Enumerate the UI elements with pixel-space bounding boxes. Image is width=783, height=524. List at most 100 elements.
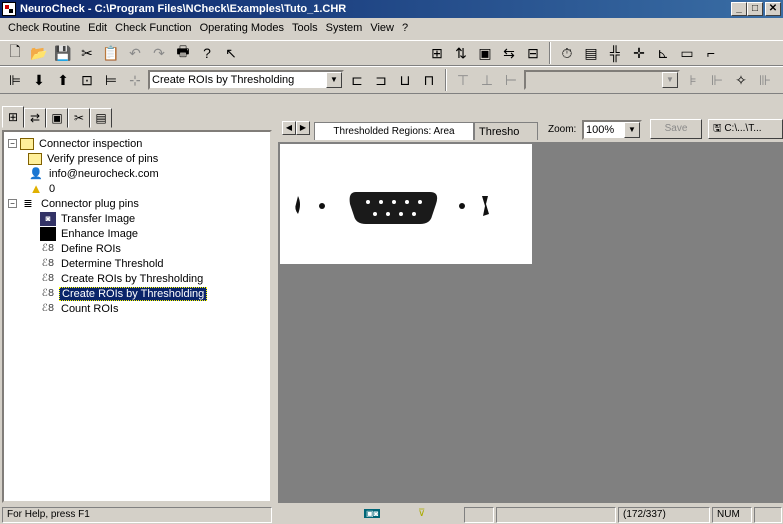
tab-images[interactable]: ▣: [46, 108, 68, 128]
chevron-down-icon[interactable]: ▼: [662, 72, 678, 88]
align-top-icon[interactable]: ⊤: [452, 69, 474, 91]
tree-item-transfer-image[interactable]: ◙ Transfer Image: [8, 211, 270, 226]
left-screw-hole: [319, 203, 325, 209]
collapse-icon[interactable]: −: [8, 139, 17, 148]
table-icon[interactable]: ▤: [580, 42, 602, 64]
tool-icon[interactable]: ⊪: [754, 69, 776, 91]
new-file-icon[interactable]: 🗋: [4, 42, 26, 64]
menu-check-function[interactable]: Check Function: [111, 22, 195, 34]
tree-item-enhance-image[interactable]: Enhance Image: [8, 226, 270, 241]
function-select[interactable]: Create ROIs by Thresholding ▼: [148, 70, 344, 90]
tree-item-create-rois-1[interactable]: ℰ8 Create ROIs by Thresholding: [8, 271, 270, 286]
split-icon[interactable]: ⊓: [418, 69, 440, 91]
tab-list[interactable]: ▤: [90, 108, 112, 128]
merge-icon[interactable]: ⊔: [394, 69, 416, 91]
tree-item-determine-threshold[interactable]: ℰ8 Determine Threshold: [8, 256, 270, 271]
close-button[interactable]: ✕: [765, 2, 781, 16]
tree-item-author[interactable]: 👤 info@neurocheck.com: [8, 166, 270, 181]
tree-item-warning[interactable]: ▲ 0: [8, 181, 270, 196]
maximize-button[interactable]: □: [747, 2, 763, 16]
parameter-icon[interactable]: ⊨: [100, 69, 122, 91]
left-tab-strip: ⊞ ⇄ ▣ ✂ ▤: [2, 106, 112, 130]
help-icon[interactable]: ?: [196, 42, 218, 64]
tab-thresholded-regions[interactable]: Thresholded Regions: Area: [314, 122, 474, 140]
tab-threshold-second[interactable]: Thresho: [474, 122, 538, 140]
menu-help[interactable]: ?: [398, 22, 412, 34]
context-help-icon[interactable]: ↖: [220, 42, 242, 64]
status-icons: ▣◙: [360, 507, 410, 523]
tree-view-icon[interactable]: ⊞: [426, 42, 448, 64]
object-select[interactable]: ▼: [524, 70, 680, 90]
roi-icon: ℰ8: [41, 288, 55, 299]
app-icon: [2, 2, 16, 16]
cut-icon[interactable]: ✂: [76, 42, 98, 64]
numeric-icon[interactable]: ⊡: [76, 69, 98, 91]
roi-icon: ℰ8: [41, 303, 55, 314]
graph-icon[interactable]: ⊾: [652, 42, 674, 64]
distribute-icon[interactable]: ⊢: [500, 69, 522, 91]
monitor-icon[interactable]: ▭: [676, 42, 698, 64]
thresholded-image[interactable]: [280, 144, 532, 264]
timer-icon[interactable]: ⏱: [556, 42, 578, 64]
menu-view[interactable]: View: [366, 22, 398, 34]
tree-item-connector-plug-pins[interactable]: − ≣ Connector plug pins: [8, 196, 270, 211]
tree-item-label: Connector inspection: [39, 137, 143, 150]
zoom-select[interactable]: 100% ▼: [582, 120, 642, 140]
grid-icon[interactable]: ╬: [604, 42, 626, 64]
compare-icon[interactable]: ⇆: [498, 42, 520, 64]
viewer-toolbar: ◀ ▶ Thresholded Regions: Area Thresho Zo…: [278, 108, 783, 142]
menu-edit[interactable]: Edit: [84, 22, 111, 34]
minimize-button[interactable]: _: [731, 2, 747, 16]
chart-icon[interactable]: ⌐: [700, 42, 722, 64]
erase-icon[interactable]: ⊩: [706, 69, 728, 91]
pin-icon[interactable]: ⊧: [682, 69, 704, 91]
image-icon[interactable]: ▣: [474, 42, 496, 64]
camera-status-icon: ▣◙: [364, 509, 381, 518]
save-icon[interactable]: 💾: [52, 42, 74, 64]
move-up-icon[interactable]: ⬆: [52, 69, 74, 91]
status-position: (172/337): [618, 507, 710, 523]
collapse-icon[interactable]: −: [8, 199, 17, 208]
tree-item-define-rois[interactable]: ℰ8 Define ROIs: [8, 241, 270, 256]
right-screw-hole: [459, 203, 465, 209]
undo-icon[interactable]: ↶: [124, 42, 146, 64]
align-right-icon[interactable]: ⊐: [370, 69, 392, 91]
tree-item-create-rois-2[interactable]: ℰ8 Create ROIs by Thresholding: [8, 286, 270, 301]
tree-item-label: Connector plug pins: [41, 197, 139, 210]
tab-left-icon[interactable]: ◀: [282, 121, 296, 135]
roi-icon: ℰ8: [41, 258, 55, 269]
move-down-icon[interactable]: ⬇: [28, 69, 50, 91]
check-routine-tree[interactable]: − Connector inspection Verify presence o…: [2, 130, 272, 503]
open-folder-icon[interactable]: 📂: [28, 42, 50, 64]
menu-tools[interactable]: Tools: [288, 22, 322, 34]
menu-bar: Check Routine Edit Check Function Operat…: [0, 18, 783, 38]
tree-item-connector-inspection[interactable]: − Connector inspection: [8, 136, 270, 151]
tab-right-icon[interactable]: ▶: [296, 121, 310, 135]
tree-item-label: 0: [49, 182, 56, 195]
left-blob: [295, 196, 300, 214]
insert-icon[interactable]: ⊫: [4, 69, 26, 91]
bracket-icon[interactable]: ⊟: [522, 42, 544, 64]
tab-tree[interactable]: ⊞: [2, 106, 24, 128]
chevron-down-icon[interactable]: ▼: [624, 122, 640, 138]
tab-tools[interactable]: ✂: [68, 108, 90, 128]
tree-item-count-rois[interactable]: ℰ8 Count ROIs: [8, 301, 270, 316]
save-path-button[interactable]: 🖫 C:\...\T...: [708, 119, 783, 139]
tab-data-flow[interactable]: ⇄: [24, 108, 46, 128]
save-button[interactable]: Save: [650, 119, 702, 139]
disabled-icon[interactable]: ⊹: [124, 69, 146, 91]
chevron-down-icon[interactable]: ▼: [326, 72, 342, 88]
paste-icon[interactable]: 📋: [100, 42, 122, 64]
menu-system[interactable]: System: [322, 22, 367, 34]
expand-icon[interactable]: ✧: [730, 69, 752, 91]
redo-icon[interactable]: ↷: [148, 42, 170, 64]
window-controls: _ □ ✕: [731, 2, 781, 16]
tree-item-verify[interactable]: Verify presence of pins: [8, 151, 270, 166]
print-icon[interactable]: 🖶: [172, 42, 194, 64]
crosshair-icon[interactable]: ✛: [628, 42, 650, 64]
step-icon[interactable]: ⇅: [450, 42, 472, 64]
menu-check-routine[interactable]: Check Routine: [4, 22, 84, 34]
menu-operating-modes[interactable]: Operating Modes: [196, 22, 288, 34]
align-left-icon[interactable]: ⊏: [346, 69, 368, 91]
align-bottom-icon[interactable]: ⊥: [476, 69, 498, 91]
